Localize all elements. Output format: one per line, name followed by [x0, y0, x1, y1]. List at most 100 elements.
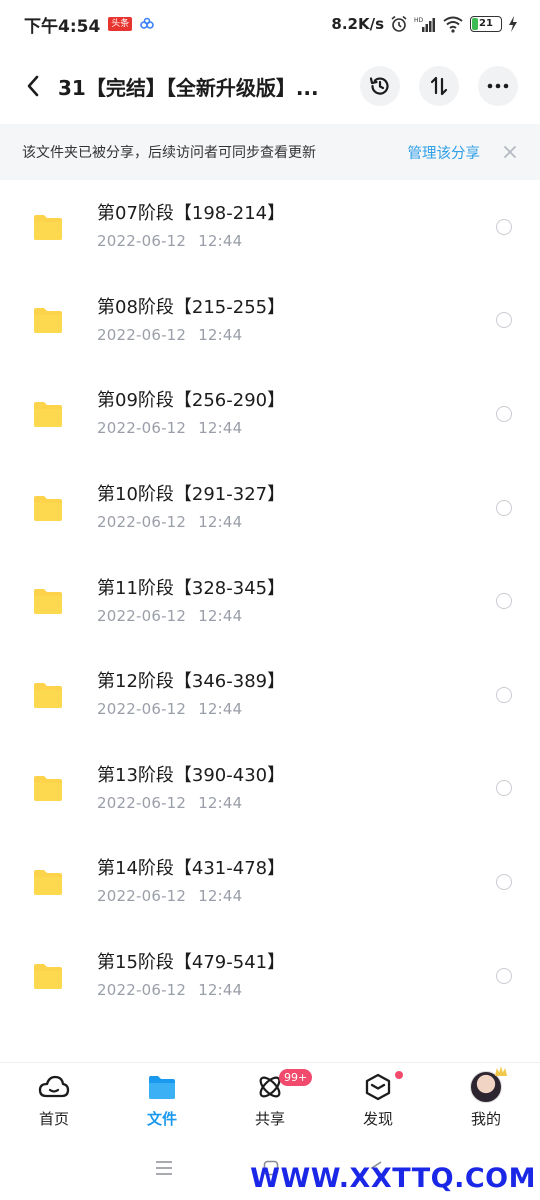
select-radio[interactable] [496, 686, 512, 703]
tab-share[interactable]: 共享 99+ [216, 1063, 324, 1136]
tab-discover[interactable]: 发现 [324, 1063, 432, 1136]
avatar [469, 1070, 503, 1104]
notification-dot [395, 1071, 403, 1079]
user-avatar [470, 1071, 502, 1103]
tab-files-label: 文件 [146, 1110, 177, 1128]
bottom-nav: 首页 文件 共享 99+ 发现 我的 [0, 1062, 540, 1136]
file-name: 第09阶段【256-290】 [97, 390, 286, 412]
list-item[interactable]: 第12阶段【346-389】 2022-06-12 12:44 [0, 648, 540, 742]
home-cloud-icon [37, 1070, 71, 1104]
status-bar: 下午4:54 头条 8.2K/s HD 21 [0, 0, 540, 48]
folder-icon [34, 308, 62, 334]
file-time: 12:44 [198, 419, 243, 438]
share-notice: 该文件夹已被分享，后续访问者可同步查看更新 管理该分享 [0, 124, 540, 180]
file-info: 第12阶段【346-389】 2022-06-12 12:44 [97, 670, 496, 719]
file-time: 12:44 [198, 700, 243, 719]
select-radio[interactable] [496, 873, 512, 890]
file-name: 第13阶段【390-430】 [97, 764, 286, 786]
file-modified: 2022-06-12 12:44 [97, 886, 496, 906]
file-time: 12:44 [198, 793, 243, 812]
header: 31【完结】【全新升级版】... [0, 54, 540, 118]
svg-text:HD: HD [414, 17, 424, 24]
network-speed: 8.2K/s [331, 15, 384, 33]
list-item[interactable]: 第11阶段【328-345】 2022-06-12 12:44 [0, 554, 540, 648]
file-date: 2022-06-12 [97, 700, 187, 719]
select-radio[interactable] [496, 967, 512, 984]
file-info: 第11阶段【328-345】 2022-06-12 12:44 [97, 577, 496, 626]
battery-indicator: 21 [470, 16, 502, 32]
tab-share-label: 共享 [254, 1110, 285, 1128]
file-modified: 2022-06-12 12:44 [97, 325, 496, 345]
close-notice-button[interactable] [502, 144, 518, 160]
file-date: 2022-06-12 [97, 325, 187, 344]
file-date: 2022-06-12 [97, 232, 187, 251]
sort-button[interactable] [419, 66, 459, 106]
list-item[interactable]: 第14阶段【431-478】 2022-06-12 12:44 [0, 835, 540, 929]
files-folder-icon [145, 1070, 179, 1104]
file-modified: 2022-06-12 12:44 [97, 418, 496, 438]
file-info: 第15阶段【479-541】 2022-06-12 12:44 [97, 951, 496, 1000]
file-name: 第12阶段【346-389】 [97, 671, 286, 693]
select-radio[interactable] [496, 780, 512, 797]
file-time: 12:44 [198, 232, 243, 251]
wifi-icon [443, 16, 463, 33]
share-count-badge: 99+ [279, 1069, 313, 1086]
file-time: 12:44 [198, 887, 243, 906]
file-name: 第10阶段【291-327】 [97, 484, 286, 506]
file-modified: 2022-06-12 12:44 [97, 980, 496, 1000]
file-date: 2022-06-12 [97, 793, 187, 812]
file-info: 第10阶段【291-327】 2022-06-12 12:44 [97, 483, 496, 532]
news-app-icon: 头条 [108, 17, 133, 31]
manage-share-link[interactable]: 管理该分享 [408, 142, 481, 163]
file-date: 2022-06-12 [97, 887, 187, 906]
file-info: 第14阶段【431-478】 2022-06-12 12:44 [97, 857, 496, 906]
file-time: 12:44 [198, 606, 243, 625]
menu-icon[interactable] [155, 1161, 173, 1175]
more-icon [487, 83, 509, 89]
list-item[interactable]: 第15阶段【479-541】 2022-06-12 12:44 [0, 929, 540, 1023]
list-item[interactable]: 第10阶段【291-327】 2022-06-12 12:44 [0, 461, 540, 555]
file-time: 12:44 [198, 325, 243, 344]
select-radio[interactable] [496, 218, 512, 235]
file-date: 2022-06-12 [97, 606, 187, 625]
list-item[interactable]: 第07阶段【198-214】 2022-06-12 12:44 [0, 180, 540, 274]
folder-icon [34, 776, 62, 802]
more-button[interactable] [478, 66, 518, 106]
select-radio[interactable] [496, 405, 512, 422]
select-radio[interactable] [496, 593, 512, 610]
sort-icon [430, 76, 448, 96]
folder-icon [34, 401, 62, 427]
file-date: 2022-06-12 [97, 419, 187, 438]
tab-me[interactable]: 我的 [432, 1063, 540, 1136]
tab-home-label: 首页 [38, 1110, 69, 1128]
list-item[interactable]: 第08阶段【215-255】 2022-06-12 12:44 [0, 274, 540, 368]
file-name: 第08阶段【215-255】 [97, 296, 286, 318]
folder-icon [34, 869, 62, 895]
share-notice-text: 该文件夹已被分享，后续访问者可同步查看更新 [22, 145, 316, 161]
cellular-signal-icon: HD [414, 17, 435, 32]
folder-icon [34, 963, 62, 989]
file-date: 2022-06-12 [97, 513, 187, 532]
tab-me-label: 我的 [470, 1110, 501, 1128]
back-button[interactable] [18, 66, 48, 106]
status-indicators: 8.2K/s HD 21 [331, 15, 518, 33]
select-radio[interactable] [496, 499, 512, 516]
folder-icon [34, 214, 62, 240]
file-date: 2022-06-12 [97, 981, 187, 1000]
tab-files[interactable]: 文件 [108, 1063, 216, 1136]
folder-icon [34, 682, 62, 708]
file-list: 第07阶段【198-214】 2022-06-12 12:44 第08阶段【215… [0, 180, 540, 1022]
list-item[interactable]: 第09阶段【256-290】 2022-06-12 12:44 [0, 367, 540, 461]
page-title: 31【完结】【全新升级版】... [58, 75, 319, 100]
list-item[interactable]: 第13阶段【390-430】 2022-06-12 12:44 [0, 742, 540, 836]
file-time: 12:44 [198, 513, 243, 532]
history-button[interactable] [360, 66, 400, 106]
file-info: 第13阶段【390-430】 2022-06-12 12:44 [97, 764, 496, 813]
file-modified: 2022-06-12 12:44 [97, 512, 496, 532]
header-actions [360, 66, 518, 106]
tab-home[interactable]: 首页 [0, 1063, 108, 1136]
select-radio[interactable] [496, 312, 512, 329]
file-modified: 2022-06-12 12:44 [97, 606, 496, 626]
cloud-sync-icon [140, 17, 155, 29]
file-name: 第15阶段【479-541】 [97, 952, 286, 974]
